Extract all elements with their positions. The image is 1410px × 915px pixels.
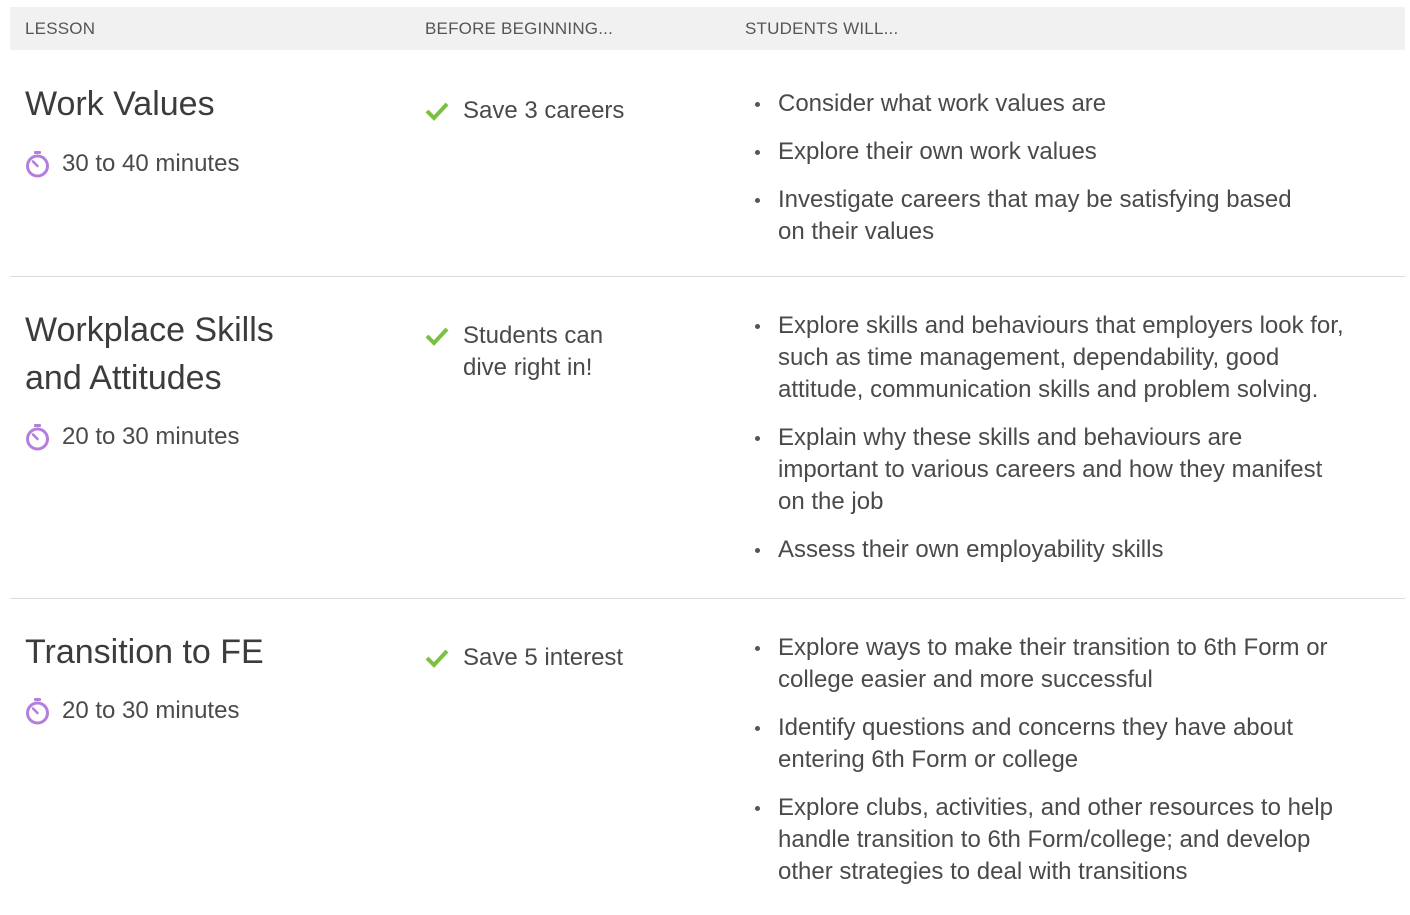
prereq-line: Save 3 careers <box>463 97 625 124</box>
duration-text: 20 to 30 minutes <box>62 697 240 724</box>
lesson-title-line: Work Values <box>25 85 215 123</box>
check-icon <box>425 649 449 668</box>
header-before-beginning: BEFORE BEGINNING... <box>425 19 613 38</box>
list-item: Consider what work values are <box>748 88 1398 120</box>
prerequisite: Save 5 interest <box>425 642 665 674</box>
lesson-title[interactable]: Workplace Skills and Attitudes <box>25 306 274 402</box>
prerequisite: Students can dive right in! <box>425 320 665 384</box>
lesson-title-line: Workplace Skills <box>25 311 274 349</box>
duration-text: 20 to 30 minutes <box>62 423 240 450</box>
list-item: Assess their own employability skills <box>748 534 1398 566</box>
lesson-row-work-values: Work Values 30 to 40 minutes Save 3 care… <box>10 50 1405 277</box>
header-lesson: LESSON <box>25 19 96 38</box>
stopwatch-icon <box>26 423 49 450</box>
lesson-title[interactable]: Work Values <box>25 80 215 128</box>
list-item: Explore ways to make their transition to… <box>748 632 1398 696</box>
lesson-title-line: Transition to FE <box>25 633 264 671</box>
list-item: Explore skills and behaviours that emplo… <box>748 310 1398 406</box>
header-students-will: STUDENTS WILL... <box>745 19 899 38</box>
list-item: Investigate careers that may be satisfyi… <box>748 184 1398 248</box>
list-item: Explore their own work values <box>748 136 1398 168</box>
list-item: Explain why these skills and behaviours … <box>748 422 1398 518</box>
check-icon <box>425 102 449 121</box>
outcomes-list: Explore skills and behaviours that emplo… <box>748 310 1398 582</box>
prereq-line: Save 5 interest <box>463 644 624 671</box>
lesson-duration: 20 to 30 minutes <box>25 423 239 451</box>
prereq-line: Students can <box>463 322 604 349</box>
stopwatch-icon <box>26 150 49 177</box>
check-icon <box>425 327 449 346</box>
list-item: Identify questions and concerns they hav… <box>748 712 1398 776</box>
outcomes-list: Explore ways to make their transition to… <box>748 632 1398 904</box>
outcomes-list: Consider what work values are Explore th… <box>748 88 1398 264</box>
lesson-title[interactable]: Transition to FE <box>25 628 264 676</box>
lesson-row-transition-to-fe: Transition to FE 20 to 30 minutes Save 5… <box>10 599 1405 914</box>
lesson-duration: 20 to 30 minutes <box>25 697 239 725</box>
lesson-row-workplace-skills: Workplace Skills and Attitudes 20 to 30 … <box>10 277 1405 599</box>
lesson-title-line: and Attitudes <box>25 359 222 397</box>
duration-text: 30 to 40 minutes <box>62 150 240 177</box>
stopwatch-icon <box>26 697 49 724</box>
prereq-line: dive right in! <box>463 354 593 381</box>
table-header: LESSON BEFORE BEGINNING... STUDENTS WILL… <box>10 7 1405 50</box>
lesson-duration: 30 to 40 minutes <box>25 150 239 178</box>
list-item: Explore clubs, activities, and other res… <box>748 792 1398 888</box>
prerequisite: Save 3 careers <box>425 95 665 127</box>
lessons-table: LESSON BEFORE BEGINNING... STUDENTS WILL… <box>10 7 1405 914</box>
